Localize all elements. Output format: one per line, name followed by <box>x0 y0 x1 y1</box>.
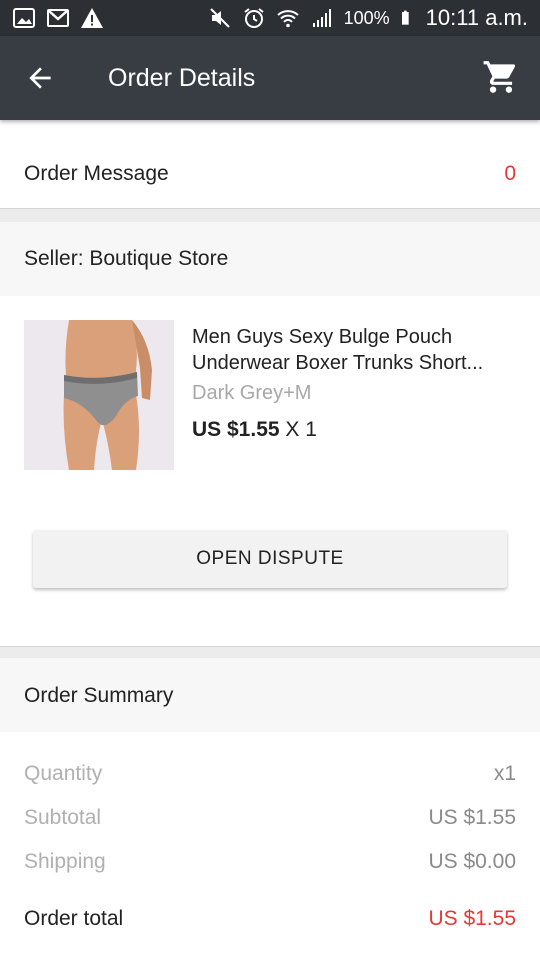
order-summary-title: Order Summary <box>24 684 174 707</box>
product-photo <box>24 320 174 470</box>
product-price-line: US $1.55 X 1 <box>192 418 317 442</box>
product-price: US $1.55 <box>192 418 280 441</box>
clock: 10:11 a.m. <box>425 5 528 30</box>
cart-icon[interactable] <box>482 58 520 96</box>
product-item: Men Guys Sexy Bulge Pouch Underwear Boxe… <box>0 296 540 646</box>
status-bar-system: 100% 10:11 a.m. <box>208 4 528 32</box>
section-divider <box>0 208 540 222</box>
product-title-line2: Underwear Boxer Trunks Short... <box>192 352 484 374</box>
product-variant: Dark Grey+M <box>192 382 312 404</box>
summary-row-subtotal: Subtotal US $1.55 <box>24 806 516 836</box>
mute-icon <box>209 8 230 28</box>
summary-value: x1 <box>493 762 516 785</box>
app-bar: Order Details <box>0 36 540 120</box>
status-bar: 100% 10:11 a.m. <box>0 0 540 36</box>
order-message-label: Order Message <box>24 162 169 185</box>
order-total-value: US $1.55 <box>428 907 516 930</box>
back-arrow-icon[interactable] <box>24 62 56 94</box>
status-bar-notifications <box>12 4 104 32</box>
summary-label: Quantity <box>24 762 103 785</box>
order-total-label: Order total <box>24 907 124 930</box>
warning-icon <box>81 8 103 28</box>
open-dispute-button[interactable]: OPEN DISPUTE <box>33 530 507 588</box>
gmail-icon <box>47 9 69 27</box>
summary-row-quantity: Quantity x1 <box>24 762 516 792</box>
order-summary-header: Order Summary <box>0 658 540 732</box>
order-message-row[interactable]: Order Message 0 <box>0 140 540 208</box>
summary-label: Shipping <box>24 850 106 873</box>
summary-value: US $1.55 <box>428 806 516 829</box>
summary-label: Subtotal <box>24 806 102 829</box>
order-summary-list: Quantity x1 Subtotal US $1.55 Shipping U… <box>0 732 540 960</box>
product-quantity: X 1 <box>285 418 317 441</box>
order-message-count: 0 <box>504 162 516 185</box>
section-divider <box>0 646 540 658</box>
summary-row-shipping: Shipping US $0.00 <box>24 850 516 880</box>
product-title-line1: Men Guys Sexy Bulge Pouch <box>192 326 453 348</box>
seller-header[interactable]: Seller: Boutique Store <box>0 222 540 296</box>
summary-row-total: Order total US $1.55 <box>24 907 516 937</box>
product-title[interactable]: Men Guys Sexy Bulge Pouch Underwear Boxe… <box>192 324 518 376</box>
seller-name: Seller: Boutique Store <box>24 247 229 270</box>
battery-percentage: 100% <box>343 7 390 28</box>
signal-icon <box>312 9 331 27</box>
battery-icon <box>401 10 409 25</box>
wifi-icon <box>276 10 299 28</box>
summary-value: US $0.00 <box>428 850 516 873</box>
image-icon <box>13 8 35 28</box>
page-title: Order Details <box>108 64 256 92</box>
product-image[interactable] <box>24 320 174 470</box>
alarm-icon <box>244 8 264 28</box>
